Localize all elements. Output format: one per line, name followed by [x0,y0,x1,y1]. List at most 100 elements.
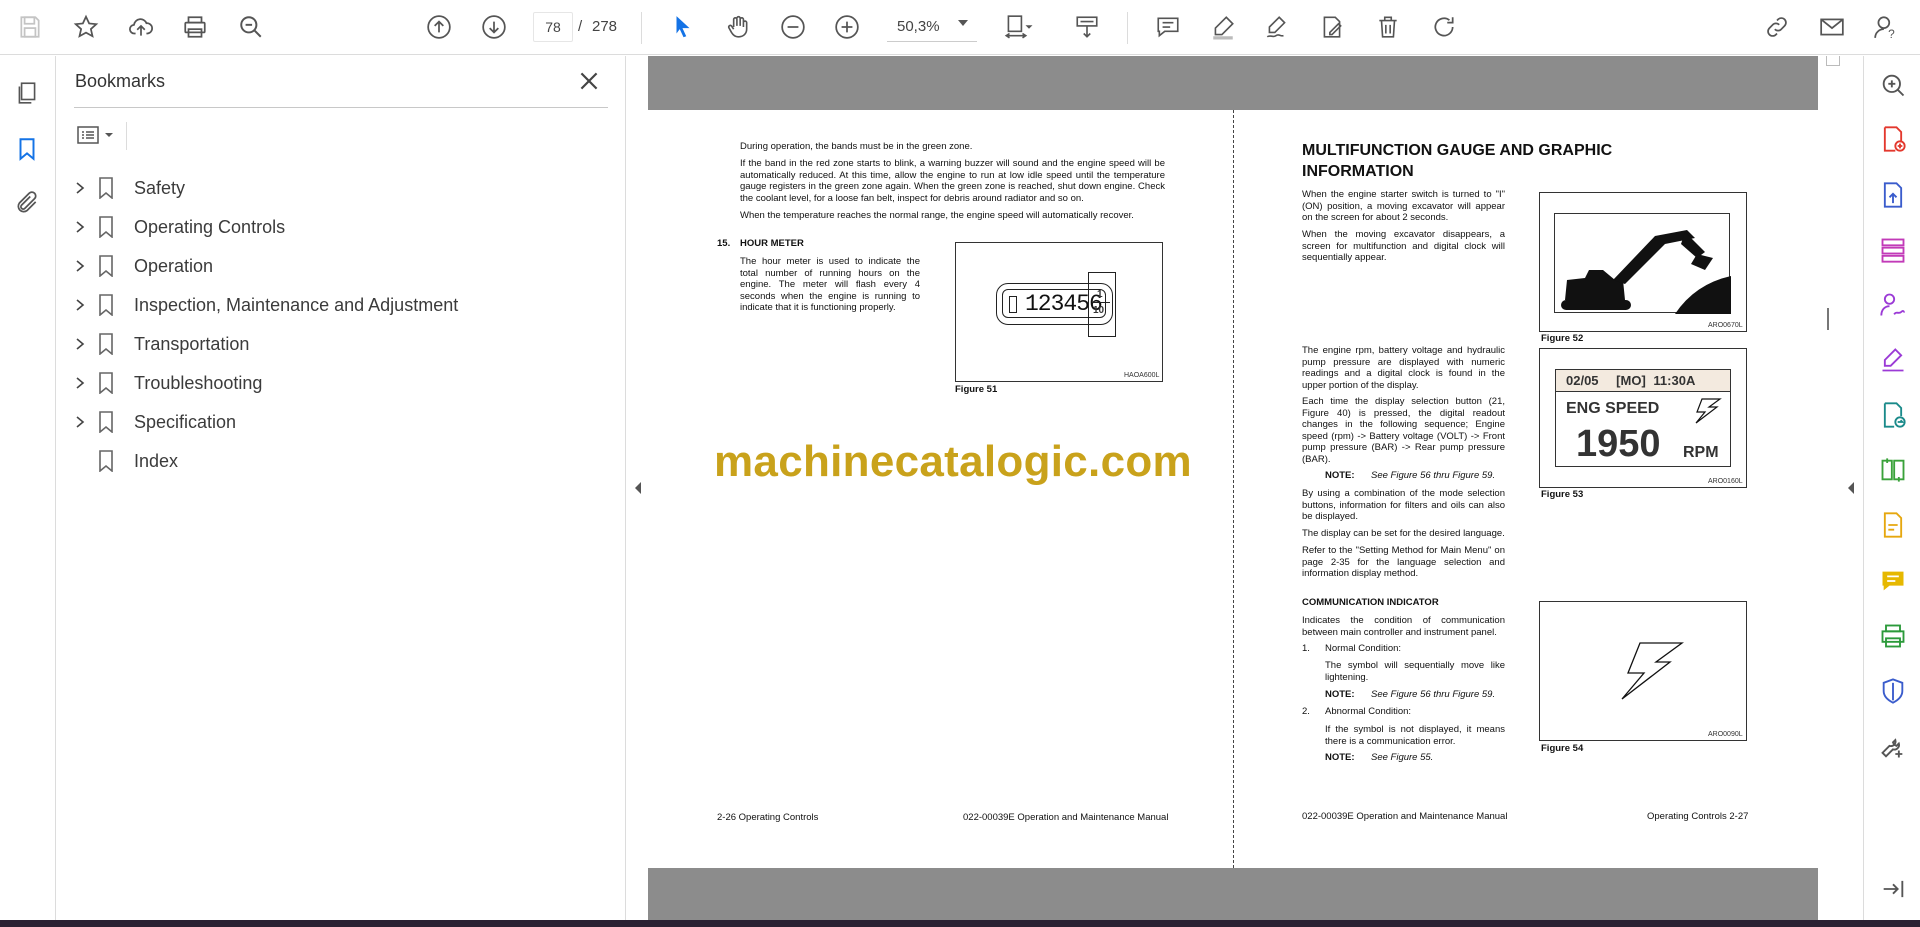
export-pdf-icon[interactable] [1876,178,1910,212]
page-number-input[interactable] [533,12,573,42]
hour-meter-description: The hour meter is used to indicate the t… [740,256,920,313]
list-item-title: Normal Condition: [1325,643,1402,654]
delete-trash-icon[interactable] [1372,11,1404,43]
close-icon[interactable] [576,68,602,94]
chevron-right-icon[interactable] [70,256,90,276]
figure-51-hour-meter: 123456 1 10 HAOA600L [955,242,1163,382]
rotate-icon[interactable] [1428,11,1460,43]
account-help-icon[interactable]: ? [1870,11,1902,43]
figure-code: ARO0160L [1708,478,1743,485]
hand-tool-icon[interactable] [722,11,754,43]
list-item-title: Abnormal Condition: [1325,706,1412,717]
request-signature-icon[interactable] [1876,288,1910,322]
bookmark-item-troubleshooting[interactable]: Troubleshooting [70,367,590,399]
comment-tool-icon[interactable] [1876,564,1910,598]
print-production-icon[interactable] [1876,619,1910,653]
comment-icon[interactable] [1152,11,1184,43]
bookmark-label: Transportation [134,333,250,354]
bookmark-item-operation[interactable]: Operation [70,250,590,282]
bookmarks-divider [74,107,608,108]
bookmark-item-specification[interactable]: Specification [70,406,590,438]
send-for-review-icon[interactable] [1876,398,1910,432]
left-page-footer-left: 2-26 Operating Controls [717,812,819,823]
bookmark-flag-icon [99,372,113,394]
fill-sign-icon[interactable] [1876,343,1910,377]
page-thumbnails-icon[interactable] [10,76,44,110]
right-page-paragraph-5: By using a combination of the mode selec… [1302,488,1505,522]
figure-code: ARO0090L [1708,731,1743,738]
chevron-right-icon[interactable] [70,178,90,198]
share-link-icon[interactable] [1761,11,1793,43]
bookmark-item-operating-controls[interactable]: Operating Controls [70,211,590,243]
bookmarks-icon[interactable] [10,132,44,166]
star-icon[interactable] [70,11,102,43]
save-icon[interactable] [14,11,46,43]
left-page-paragraph-1: During operation, the bands must be in t… [740,141,973,152]
create-pdf-icon[interactable] [1876,122,1910,156]
bookmark-options-button[interactable] [76,120,126,150]
attachments-icon[interactable] [10,186,44,220]
chevron-right-icon[interactable] [70,373,90,393]
right-page-footer-right: Operating Controls 2-27 [1647,811,1749,822]
expand-right-panel-icon[interactable] [1876,872,1910,906]
zoom-out-icon[interactable] [777,11,809,43]
meter-fraction-top: 1 [1097,289,1103,300]
section-number: 15. [717,238,731,249]
left-page-footer-right: 022-00039E Operation and Maintenance Man… [963,812,1169,823]
bookmark-flag-icon [99,255,113,277]
bookmark-label: Inspection, Maintenance and Adjustment [134,294,459,315]
bookmarks-panel: Bookmarks Safety Operating Controls Oper… [56,56,626,922]
right-page-paragraph-3: The engine rpm, battery voltage and hydr… [1302,345,1505,391]
left-page-paragraph-2: If the band in the red zone starts to bl… [740,158,1165,204]
more-tools-icon[interactable] [1876,730,1910,764]
zoom-level-dropdown[interactable]: 50,3% [887,12,977,42]
bookmark-label: Operating Controls [134,216,286,237]
lightning-icon [1695,398,1722,424]
hourglass-icon [1009,296,1017,313]
left-page-paragraph-3: When the temperature reaches the normal … [740,210,1134,221]
excavator-icon [1561,230,1731,314]
chevron-right-icon[interactable] [70,295,90,315]
chevron-right-icon[interactable] [70,334,90,354]
bookmark-item-transportation[interactable]: Transportation [70,328,590,360]
scroll-mode-icon[interactable] [1071,11,1103,43]
draw-sign-icon[interactable] [1261,11,1293,43]
main-toolbar: / 278 50,3% ? [0,0,1920,55]
email-icon[interactable] [1816,11,1848,43]
collapse-panel-right-icon[interactable] [1845,480,1857,496]
edit-pdf-icon[interactable] [1316,11,1348,43]
bookmark-flag-icon [99,450,113,472]
scrollbar-up-arrow[interactable] [1826,56,1840,66]
figure-code: ARO0670L [1708,322,1743,329]
search-zoom-icon[interactable] [1876,68,1910,102]
scrollbar-thumb[interactable] [1827,308,1829,330]
bookmark-label: Safety [134,177,186,198]
meter-fraction-bottom: 10 [1093,305,1105,316]
bookmarks-title: Bookmarks [75,71,166,91]
chevron-down-icon [105,133,113,137]
right-page-paragraph-1: When the engine starter switch is turned… [1302,189,1505,223]
bookmark-label: Specification [134,411,237,432]
zoom-search-icon[interactable] [235,11,267,43]
bookmark-item-inspection[interactable]: Inspection, Maintenance and Adjustment [70,289,590,321]
organize-pages-icon[interactable] [1876,233,1910,267]
fit-page-chevron-icon[interactable] [1022,11,1036,43]
collapse-panel-left-icon[interactable] [632,480,644,496]
bookmark-item-safety[interactable]: Safety [70,172,590,204]
zoom-in-icon[interactable] [831,11,863,43]
edit-pdf-tool-icon[interactable] [1876,508,1910,542]
upload-cloud-icon[interactable] [125,11,157,43]
bookmark-item-index[interactable]: Index [70,445,590,477]
protect-shield-icon[interactable] [1876,674,1910,708]
chevron-right-icon[interactable] [70,217,90,237]
note-text: See Figure 55. [1371,752,1434,763]
chevron-down-icon[interactable] [958,20,968,26]
figure-54-caption: Figure 54 [1541,743,1584,754]
compare-files-icon[interactable] [1876,453,1910,487]
next-page-icon[interactable] [478,11,510,43]
select-cursor-icon[interactable] [667,11,699,43]
chevron-right-icon[interactable] [70,412,90,432]
print-icon[interactable] [179,11,211,43]
highlight-pen-icon[interactable] [1207,11,1239,43]
previous-page-icon[interactable] [423,11,455,43]
